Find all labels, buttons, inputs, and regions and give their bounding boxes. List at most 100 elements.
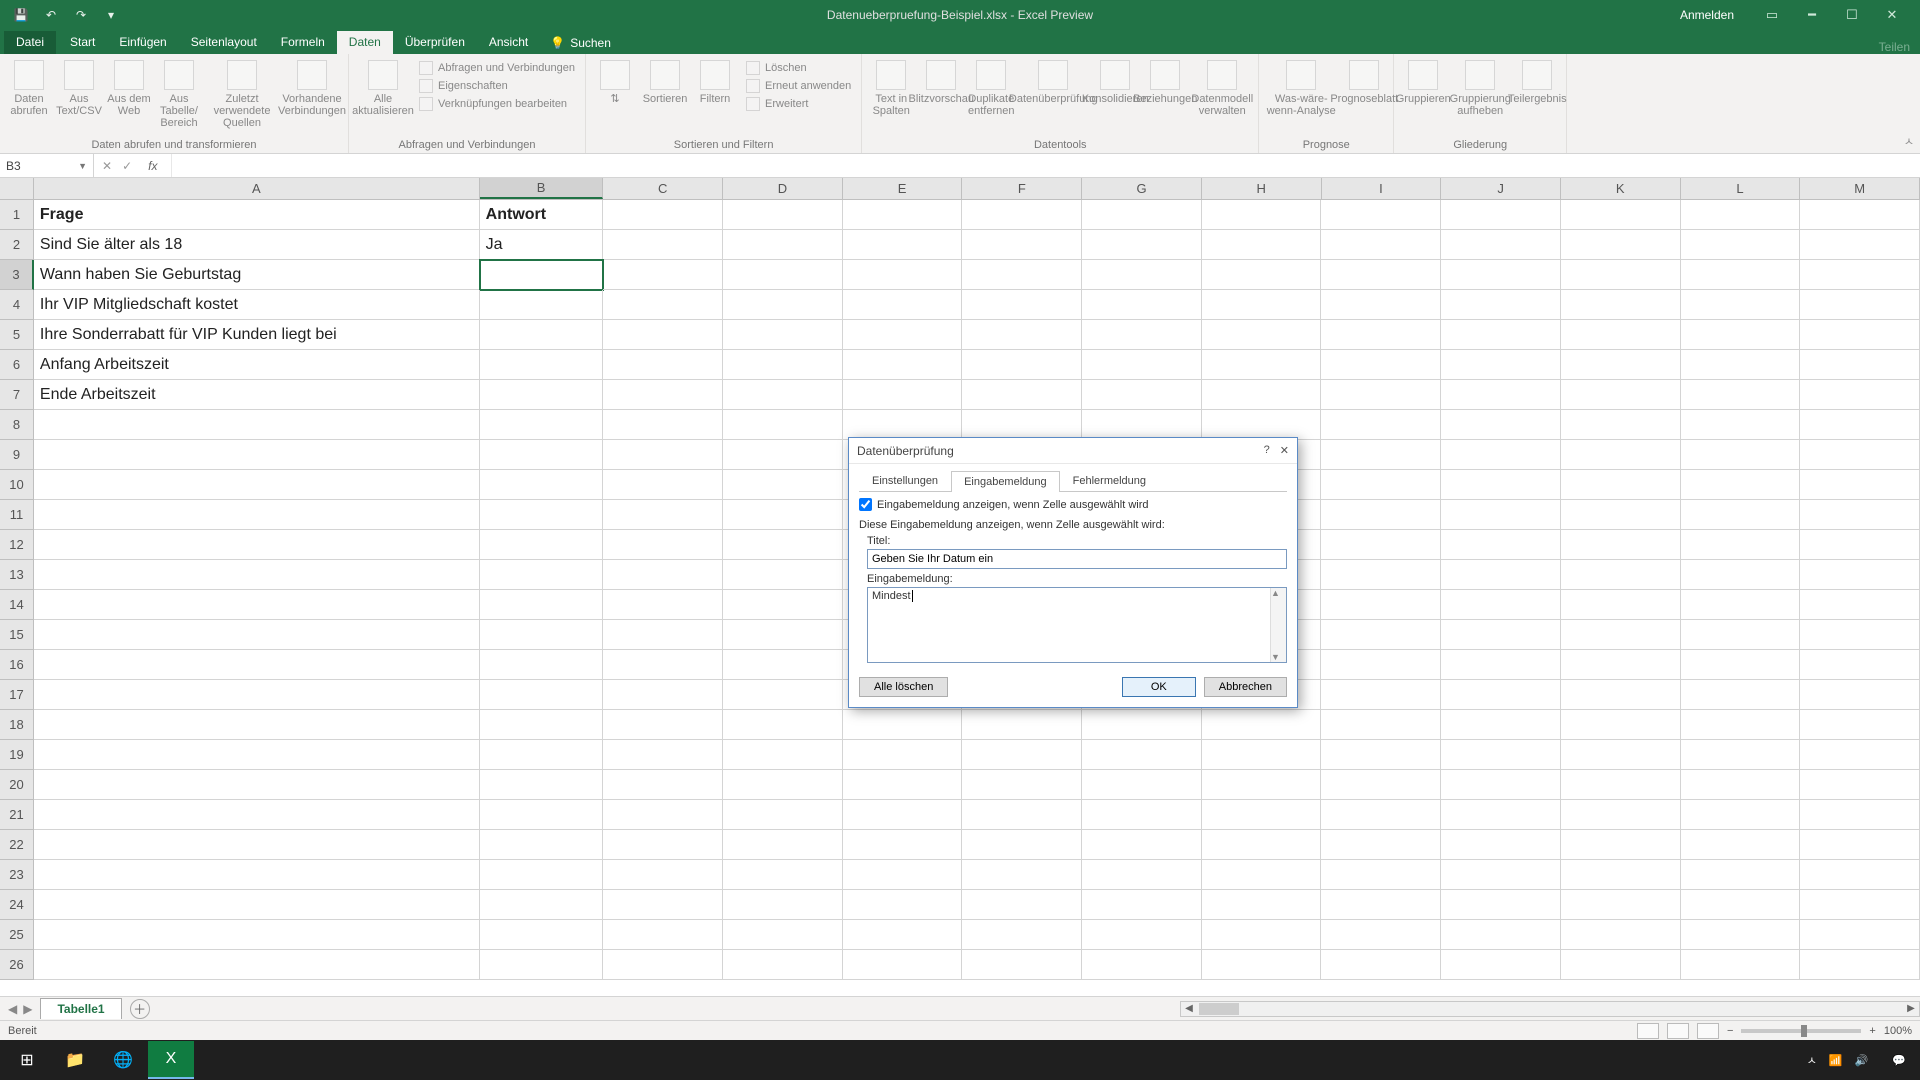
notifications-icon[interactable]: 💬 [1892,1054,1906,1067]
collapse-ribbon-icon[interactable]: ㅅ [1904,133,1914,149]
cell[interactable] [603,500,723,530]
cell[interactable] [1800,620,1920,650]
cell[interactable] [1441,380,1561,410]
cell[interactable] [1561,680,1681,710]
cell[interactable] [723,230,843,260]
column-header[interactable]: F [962,178,1082,199]
cell[interactable] [603,710,723,740]
row-header[interactable]: 18 [0,710,34,740]
cell[interactable] [1561,590,1681,620]
cell[interactable] [1441,350,1561,380]
cell[interactable] [603,290,723,320]
cell[interactable]: Anfang Arbeitszeit [34,350,480,380]
cell[interactable] [1321,890,1441,920]
row-header[interactable]: 26 [0,950,34,980]
cell[interactable] [603,380,723,410]
cell[interactable] [962,200,1082,230]
cell[interactable] [1082,890,1202,920]
cell[interactable] [1800,770,1920,800]
cell[interactable] [1800,440,1920,470]
row-header[interactable]: 23 [0,860,34,890]
cell[interactable] [1321,710,1441,740]
normal-view-icon[interactable] [1637,1023,1659,1039]
cell[interactable] [603,770,723,800]
row-header[interactable]: 8 [0,410,34,440]
page-break-icon[interactable] [1697,1023,1719,1039]
cell[interactable] [962,740,1082,770]
cell[interactable] [480,800,604,830]
data-model-button[interactable]: Datenmodell verwalten [1192,56,1252,117]
cell[interactable] [480,620,604,650]
cell[interactable] [1082,710,1202,740]
cell[interactable] [962,320,1082,350]
cell[interactable] [1800,860,1920,890]
cell[interactable] [1561,650,1681,680]
cell[interactable] [480,410,604,440]
row-header[interactable]: 10 [0,470,34,500]
column-header[interactable]: L [1681,178,1801,199]
cell[interactable] [1441,860,1561,890]
dialog-tab-input-message[interactable]: Eingabemeldung [951,471,1060,492]
cell[interactable] [1800,260,1920,290]
cell[interactable] [962,800,1082,830]
cell[interactable] [1681,800,1801,830]
cell[interactable] [1561,860,1681,890]
refresh-all-button[interactable]: Alle aktualisieren [355,56,411,117]
row-header[interactable]: 9 [0,440,34,470]
cell[interactable] [723,410,843,440]
row-header[interactable]: 19 [0,740,34,770]
cell[interactable] [962,920,1082,950]
title-input[interactable] [867,549,1287,569]
cell[interactable] [603,740,723,770]
cell[interactable] [1681,560,1801,590]
cell[interactable] [1321,230,1441,260]
from-web-button[interactable]: Aus dem Web [106,56,152,117]
cell[interactable] [1321,770,1441,800]
cell[interactable] [1082,380,1202,410]
row-header[interactable]: 1 [0,200,34,230]
cell[interactable] [480,590,604,620]
cell[interactable] [1321,470,1441,500]
cell[interactable] [1561,380,1681,410]
filter-button[interactable]: Filtern [692,56,738,105]
cell[interactable] [843,800,963,830]
cell[interactable] [1561,740,1681,770]
scroll-down-icon[interactable]: ▼ [1271,652,1286,662]
cell[interactable] [962,380,1082,410]
tray-chevron-icon[interactable]: ㅅ [1807,1052,1817,1068]
minimize-icon[interactable]: ━ [1792,0,1832,30]
row-header[interactable]: 14 [0,590,34,620]
sort-button[interactable]: Sortieren [642,56,688,105]
whatif-button[interactable]: Was-wäre-wenn-Analyse [1265,56,1337,117]
cell[interactable] [603,350,723,380]
cell[interactable] [34,740,480,770]
column-header[interactable]: A [34,178,480,199]
cell[interactable] [723,860,843,890]
cell[interactable] [1321,860,1441,890]
cell[interactable] [1800,590,1920,620]
cell[interactable] [1321,620,1441,650]
row-header[interactable]: 24 [0,890,34,920]
cell[interactable] [1561,560,1681,590]
tab-view[interactable]: Ansicht [477,31,540,54]
ribbon-display-icon[interactable]: ▭ [1752,0,1792,30]
signin-link[interactable]: Anmelden [1680,8,1734,22]
row-header[interactable]: 11 [0,500,34,530]
cell[interactable] [1441,320,1561,350]
cell[interactable] [1321,500,1441,530]
cell[interactable] [1441,950,1561,980]
cell[interactable] [1800,230,1920,260]
cell[interactable] [1681,650,1801,680]
sheet-tab[interactable]: Tabelle1 [40,998,121,1019]
tell-me-search[interactable]: 💡 Suchen [540,32,621,54]
consolidate-button[interactable]: Konsolidieren [1092,56,1138,105]
cell[interactable] [603,620,723,650]
network-icon[interactable]: 📶 [1829,1054,1843,1067]
from-table-button[interactable]: Aus Tabelle/ Bereich [156,56,202,129]
edit-links-button[interactable]: Verknüpfungen bearbeiten [415,96,579,112]
existing-conn-button[interactable]: Vorhandene Verbindungen [282,56,342,117]
cell[interactable] [723,680,843,710]
sheet-nav-next-icon[interactable]: ▶ [23,1002,32,1016]
cell[interactable] [723,320,843,350]
sheet-nav-prev-icon[interactable]: ◀ [8,1002,17,1016]
